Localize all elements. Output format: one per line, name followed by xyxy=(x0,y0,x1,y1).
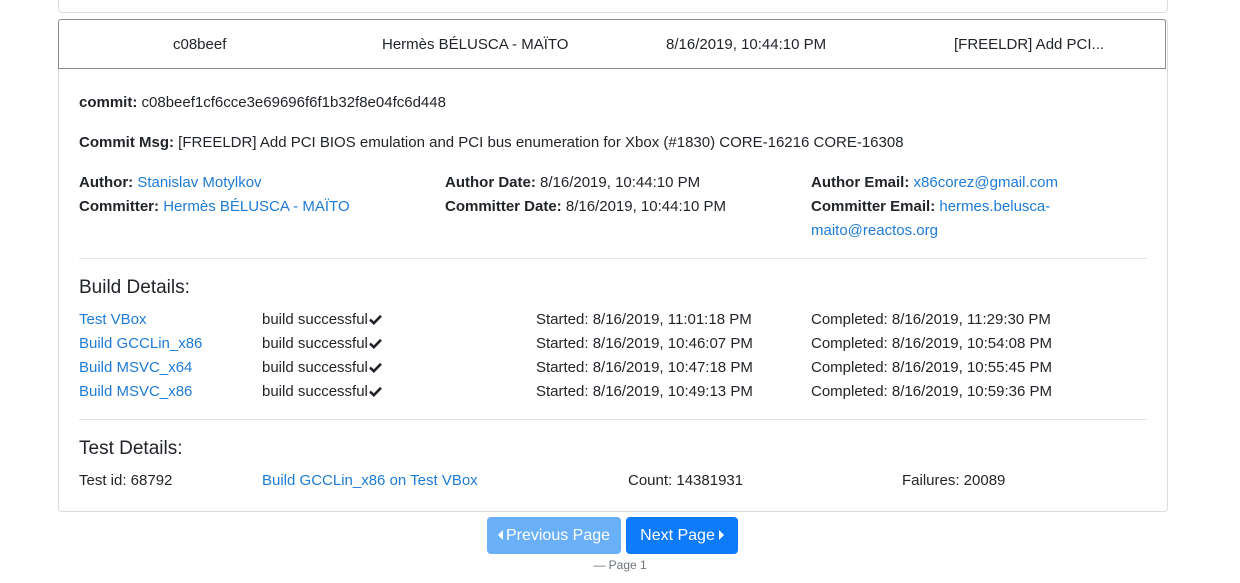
commit-sha-value: c08beef1cf6cce3e69696f6f1b32f8e04fc6d448 xyxy=(141,94,446,111)
build-started: Started: 8/16/2019, 10:49:13 PM xyxy=(536,383,753,400)
build-status: build successful xyxy=(262,383,382,400)
commit-msg-label: Commit Msg: xyxy=(79,134,174,151)
next-page-button[interactable]: Next Page xyxy=(626,517,738,554)
summary-author: Hermès BÉLUSCA - MAÏTO xyxy=(382,36,569,53)
commit-label: commit: xyxy=(79,94,138,111)
committer-email-link-part2[interactable]: maito@reactos.org xyxy=(811,222,938,239)
author-label: Author: xyxy=(79,174,134,191)
author-date-label: Author Date: xyxy=(445,174,536,191)
build-status: build successful xyxy=(262,335,382,352)
build-started: Started: 8/16/2019, 11:01:18 PM xyxy=(536,311,752,328)
build-status-text: build successful xyxy=(262,335,368,352)
author-link[interactable]: Stanislav Motylkov xyxy=(137,174,261,191)
check-icon xyxy=(368,314,382,325)
committer-date-label: Committer Date: xyxy=(445,198,562,215)
commit-msg-line: Commit Msg: [FREELDR] Add PCI BIOS emula… xyxy=(79,134,904,151)
test-failures: Failures: 20089 xyxy=(902,472,1006,489)
committer-date-value: 8/16/2019, 10:44:10 PM xyxy=(565,198,726,215)
author-email-link[interactable]: x86corez@gmail.com xyxy=(914,174,1058,191)
committer-label: Committer: xyxy=(79,198,160,215)
build-completed: Completed: 8/16/2019, 11:29:30 PM xyxy=(811,311,1051,328)
divider xyxy=(79,419,1147,420)
build-status-text: build successful xyxy=(262,359,368,376)
build-name-link[interactable]: Build GCCLin_x86 xyxy=(79,335,202,352)
build-status-text: build successful xyxy=(262,311,368,328)
summary-sha: c08beef xyxy=(173,36,227,53)
summary-date: 8/16/2019, 10:44:10 PM xyxy=(666,36,827,53)
build-name-link[interactable]: Build MSVC_x64 xyxy=(79,359,192,376)
build-name-link[interactable]: Test VBox xyxy=(79,311,147,328)
previous-page-button[interactable]: Previous Page xyxy=(487,517,621,554)
committer-email-line: Committer Email: hermes.belusca- xyxy=(811,198,1050,215)
page-indicator: — Page 1 xyxy=(593,558,647,572)
build-started: Started: 8/16/2019, 10:46:07 PM xyxy=(536,335,753,352)
author-date-line: Author Date: 8/16/2019, 10:44:10 PM xyxy=(445,174,700,191)
committer-email-label: Committer Email: xyxy=(811,198,936,215)
build-status: build successful xyxy=(262,359,382,376)
build-name-link[interactable]: Build MSVC_x86 xyxy=(79,383,192,400)
commit-msg-value: [FREELDR] Add PCI BIOS emulation and PCI… xyxy=(178,134,904,151)
summary-message: [FREELDR] Add PCI... xyxy=(954,36,1105,53)
commit-sha-line: commit: c08beef1cf6cce3e69696f6f1b32f8e0… xyxy=(79,94,446,111)
divider xyxy=(79,258,1147,259)
committer-line: Committer: Hermès BÉLUSCA - MAÏTO xyxy=(79,198,350,215)
author-date-value: 8/16/2019, 10:44:10 PM xyxy=(540,174,701,191)
author-email-label: Author Email: xyxy=(811,174,910,191)
author-email-line: Author Email: x86corez@gmail.com xyxy=(811,174,1058,191)
build-status: build successful xyxy=(262,311,382,328)
build-status-text: build successful xyxy=(262,383,368,400)
previous-commit-card xyxy=(58,0,1168,13)
check-icon xyxy=(368,362,382,373)
test-name-link[interactable]: Build GCCLin_x86 on Test VBox xyxy=(262,472,478,489)
commit-card: c08beef Hermès BÉLUSCA - MAÏTO 8/16/2019… xyxy=(58,19,1168,512)
caret-right-icon xyxy=(718,530,724,540)
caret-left-icon xyxy=(497,530,503,540)
test-details-heading: Test Details: xyxy=(79,438,183,459)
build-completed: Completed: 8/16/2019, 10:54:08 PM xyxy=(811,335,1052,352)
test-id: Test id: 68792 xyxy=(79,472,173,489)
test-count: Count: 14381931 xyxy=(628,472,744,489)
committer-date-line: Committer Date: 8/16/2019, 10:44:10 PM xyxy=(445,198,726,215)
build-details-heading: Build Details: xyxy=(79,277,190,298)
committer-email-link-part1[interactable]: hermes.belusca- xyxy=(939,198,1050,215)
previous-page-label: Previous Page xyxy=(505,527,611,544)
build-completed: Completed: 8/16/2019, 10:59:36 PM xyxy=(811,383,1052,400)
build-completed: Completed: 8/16/2019, 10:55:45 PM xyxy=(811,359,1052,376)
check-icon xyxy=(368,386,382,397)
next-page-label: Next Page xyxy=(640,527,715,544)
commit-summary-row[interactable]: c08beef Hermès BÉLUSCA - MAÏTO 8/16/2019… xyxy=(58,19,1166,69)
author-line: Author: Stanislav Motylkov xyxy=(79,174,262,191)
build-started: Started: 8/16/2019, 10:47:18 PM xyxy=(536,359,753,376)
committer-link[interactable]: Hermès BÉLUSCA - MAÏTO xyxy=(163,198,349,215)
check-icon xyxy=(368,338,382,349)
